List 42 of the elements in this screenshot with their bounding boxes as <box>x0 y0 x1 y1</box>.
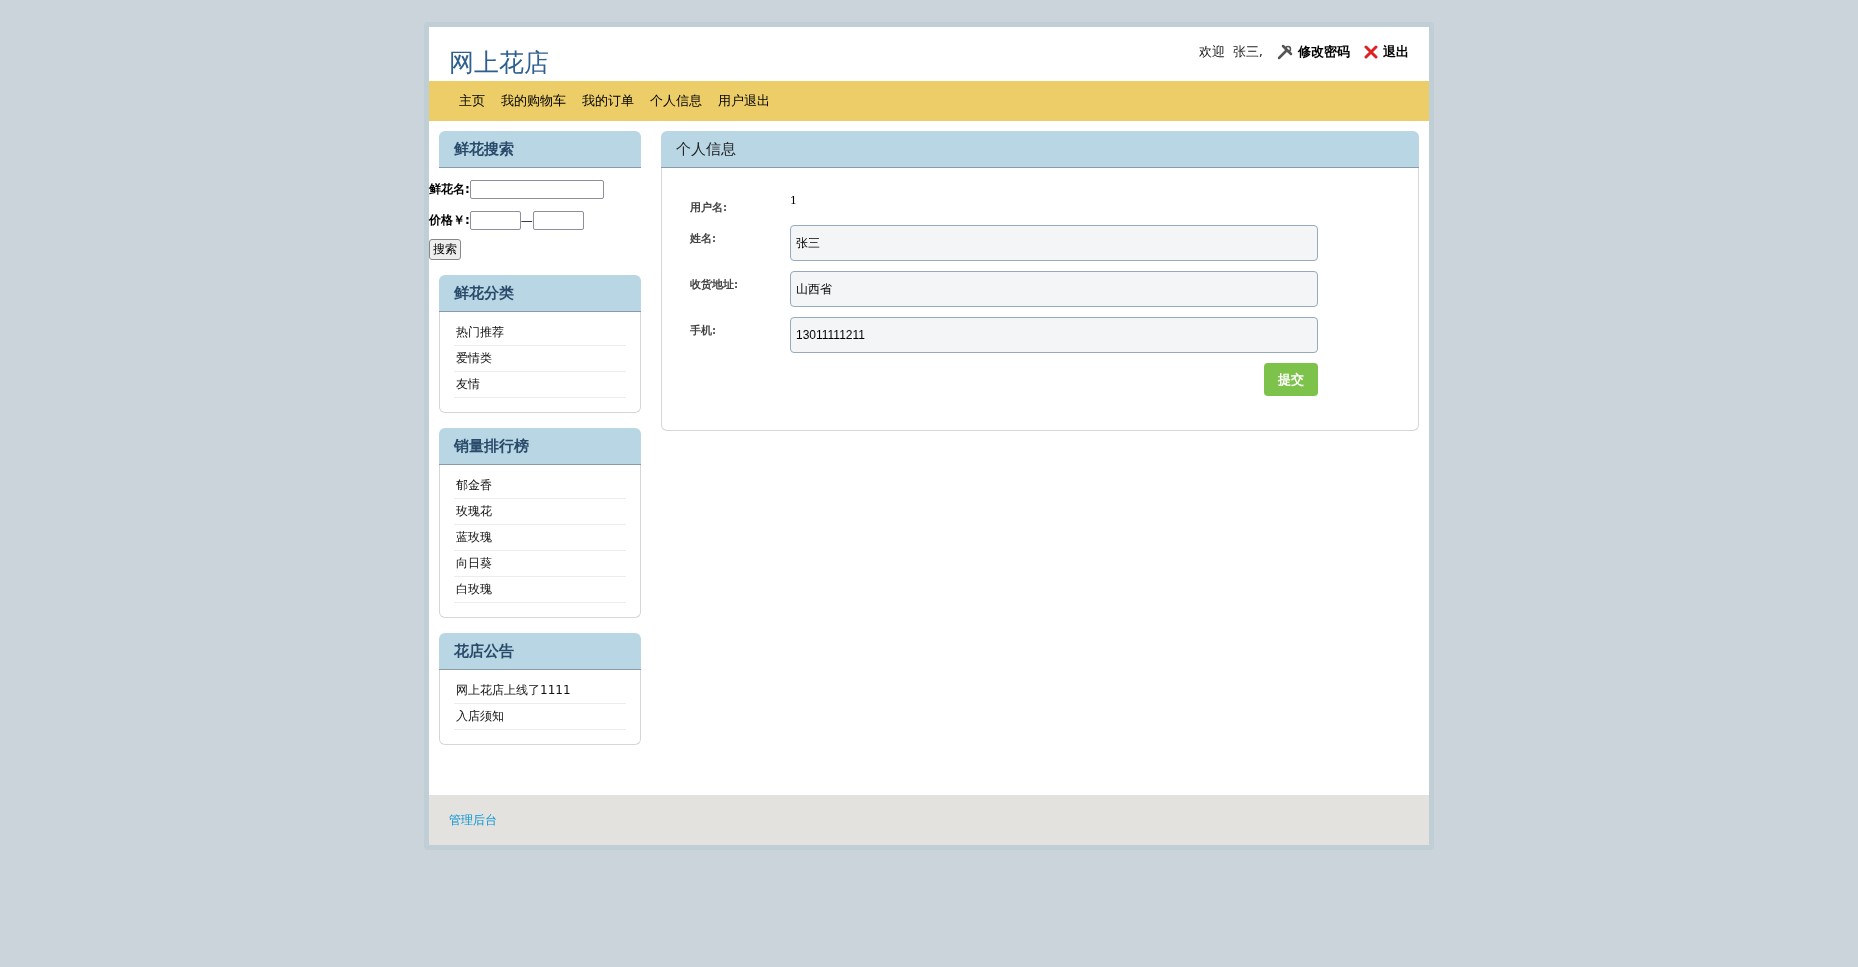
list-link[interactable]: 入店须知 <box>454 704 626 730</box>
nav-link[interactable]: 我的订单 <box>582 92 634 110</box>
min-price-input[interactable] <box>469 211 521 230</box>
list-link[interactable]: 玫瑰花 <box>454 499 626 525</box>
logout-link[interactable]: 退出 <box>1364 43 1409 61</box>
list-link[interactable]: 白玫瑰 <box>454 577 626 603</box>
search-button[interactable]: 搜索 <box>429 239 461 260</box>
field-label: 手机: <box>690 323 718 338</box>
panel-header: 个人信息 <box>661 131 1419 168</box>
max-price-input[interactable] <box>532 211 584 230</box>
field-label: 价格￥: <box>429 212 470 229</box>
box-header: 销量排行榜 <box>439 428 641 465</box>
close-icon <box>1364 45 1378 59</box>
nav-link[interactable]: 主页 <box>459 92 485 110</box>
input-field[interactable]: 山西省 <box>790 271 1318 307</box>
box-header: 鲜花搜索 <box>439 131 641 168</box>
list-link[interactable]: 向日葵 <box>454 551 626 577</box>
list-link[interactable]: 网上花店上线了1111 <box>454 678 626 704</box>
welcome-text: 欢迎 <box>1198 43 1225 61</box>
list-link[interactable]: 友情 <box>454 372 626 398</box>
input-field[interactable]: 张三 <box>790 225 1318 261</box>
box-header: 花店公告 <box>439 633 641 670</box>
field-label: 用户名: <box>690 200 729 215</box>
list-link[interactable]: 热门推荐 <box>454 320 626 346</box>
user-name: 张三, <box>1232 43 1263 61</box>
box-header: 鲜花分类 <box>439 275 641 312</box>
input-field[interactable]: 13011111211 <box>790 317 1318 353</box>
list-link[interactable]: 蓝玫瑰 <box>454 525 626 551</box>
range-separator: — <box>520 213 533 228</box>
nav-link[interactable]: 我的购物车 <box>501 92 566 110</box>
change-password-link[interactable]: 修改密码 <box>1277 43 1350 61</box>
list-link[interactable]: 郁金香 <box>454 473 626 499</box>
field-label: 收货地址: <box>690 277 740 292</box>
field-value: 1 <box>790 194 797 207</box>
field-label: 姓名: <box>690 231 718 246</box>
nav-link[interactable]: 用户退出 <box>718 92 770 110</box>
nav-link[interactable]: 个人信息 <box>650 92 702 110</box>
site-logo: 网上花店 <box>449 47 549 79</box>
list-link[interactable]: 爱情类 <box>454 346 626 372</box>
flower-name-input[interactable] <box>469 180 604 199</box>
field-label: 鲜花名: <box>429 181 470 198</box>
tools-icon <box>1277 44 1293 60</box>
